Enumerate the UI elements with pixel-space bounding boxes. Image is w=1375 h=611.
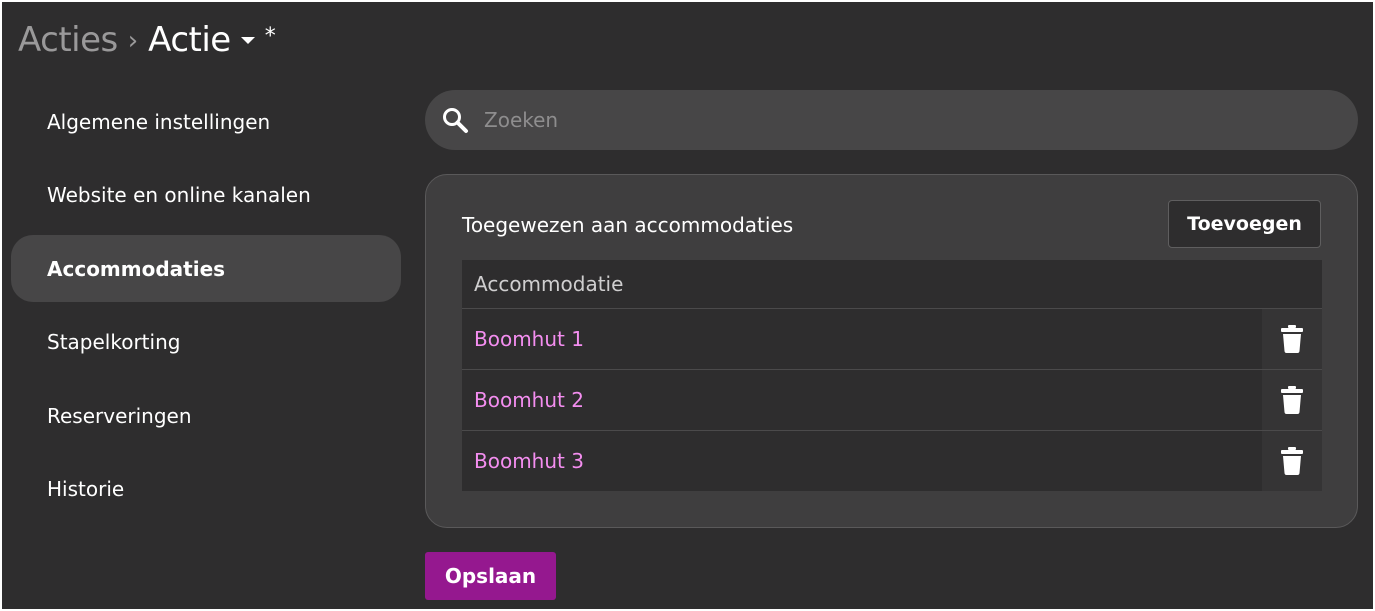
breadcrumb-separator: › [127,26,139,56]
sidebar-item-accommodaties[interactable]: Accommodaties [11,235,401,302]
delete-button[interactable] [1262,431,1322,491]
sidebar-item-historie[interactable]: Historie [11,456,401,523]
delete-button[interactable] [1262,309,1322,369]
sidebar-item-website-en-online-kanalen[interactable]: Website en online kanalen [11,162,401,229]
unsaved-changes-marker: * [264,23,276,49]
accommodations-table: Accommodatie Boomhut 1 Boomhut 2 Boomhut… [462,260,1322,491]
delete-button[interactable] [1262,370,1322,430]
card-title: Toegewezen aan accommodaties [462,213,794,237]
sidebar-item-algemene-instellingen[interactable]: Algemene instellingen [11,88,401,155]
assigned-accommodations-card: Toegewezen aan accommodaties Toevoegen A… [425,174,1358,528]
sidebar-item-stapelkorting[interactable]: Stapelkorting [11,309,401,376]
breadcrumb-current: Actie [148,20,231,60]
search-bar [425,90,1358,150]
caret-down-icon[interactable] [240,36,255,44]
breadcrumb-parent-link[interactable]: Acties [18,20,118,60]
add-button[interactable]: Toevoegen [1168,200,1321,248]
search-icon[interactable] [441,106,469,134]
accommodation-link[interactable]: Boomhut 3 [462,449,1262,473]
sidebar-item-reserveringen[interactable]: Reserveringen [11,382,401,449]
column-header-accommodatie: Accommodatie [474,272,624,296]
table-row: Boomhut 2 [462,369,1322,430]
trash-icon [1281,386,1303,414]
table-header: Accommodatie [462,260,1322,308]
trash-icon [1281,447,1303,475]
app-frame: Acties › Actie * Algemene instellingen W… [2,2,1373,609]
trash-icon [1281,325,1303,353]
table-row: Boomhut 3 [462,430,1322,491]
save-button[interactable]: Opslaan [425,552,556,600]
sidebar: Algemene instellingen Website en online … [11,88,401,529]
accommodation-link[interactable]: Boomhut 1 [462,327,1262,351]
accommodation-link[interactable]: Boomhut 2 [462,388,1262,412]
table-row: Boomhut 1 [462,308,1322,369]
breadcrumb: Acties › Actie * [18,20,276,60]
search-input[interactable] [484,108,1304,132]
